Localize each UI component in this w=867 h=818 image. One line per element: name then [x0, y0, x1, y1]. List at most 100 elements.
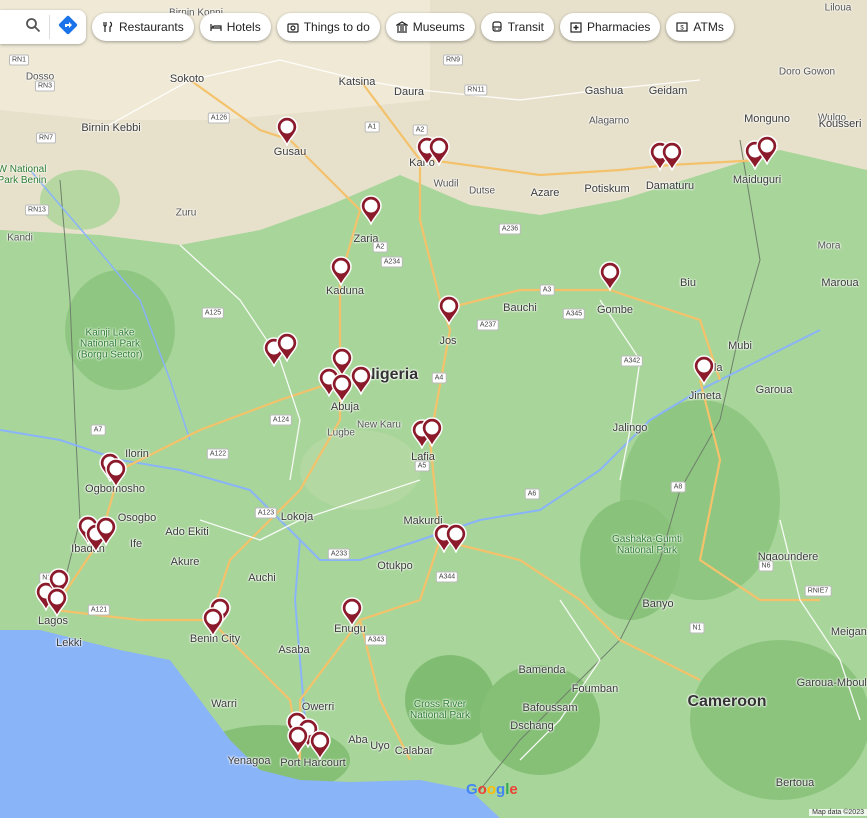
- place-label-foumban[interactable]: Foumban: [572, 683, 618, 695]
- place-label-kaduna[interactable]: Kaduna: [326, 285, 364, 297]
- road-shield: A2: [372, 241, 388, 253]
- place-label-bafoussam[interactable]: Bafoussam: [522, 702, 577, 714]
- location-pin-icon[interactable]: [421, 417, 443, 448]
- place-label-daura[interactable]: Daura: [394, 86, 424, 98]
- chip-transit[interactable]: Transit: [480, 13, 555, 41]
- location-pin-icon[interactable]: [428, 136, 450, 167]
- place-label-banyo[interactable]: Banyo: [642, 598, 673, 610]
- place-label-jos[interactable]: Jos: [439, 335, 456, 347]
- place-label-bertoua[interactable]: Bertoua: [776, 777, 815, 789]
- place-label-kousseri[interactable]: Kousseri: [819, 118, 862, 130]
- place-label-ife[interactable]: Ife: [130, 538, 142, 550]
- place-label-birnin-kebbi[interactable]: Birnin Kebbi: [81, 122, 140, 134]
- place-label-katsina[interactable]: Katsina: [339, 76, 376, 88]
- location-pin-icon[interactable]: [438, 295, 460, 326]
- place-label-ado-ekiti[interactable]: Ado Ekiti: [165, 526, 208, 538]
- place-label-doro-gowon[interactable]: Doro Gowon: [779, 67, 835, 78]
- chip-things-to-do[interactable]: Things to do: [276, 13, 380, 41]
- country-label[interactable]: Nigeria: [364, 366, 418, 384]
- road-shield: RN3: [34, 80, 56, 92]
- place-label-maroua[interactable]: Maroua: [821, 277, 858, 289]
- neighbor-country-label[interactable]: Cameroon: [687, 693, 766, 711]
- place-label-lugbe[interactable]: Lugbe: [327, 428, 355, 439]
- place-label-mora[interactable]: Mora: [818, 241, 841, 252]
- location-pin-icon[interactable]: [350, 365, 372, 396]
- place-label-kandi[interactable]: Kandi: [7, 233, 33, 244]
- place-label-auchi[interactable]: Auchi: [248, 572, 276, 584]
- place-label-uyo[interactable]: Uyo: [370, 740, 390, 752]
- place-label-damaturu[interactable]: Damaturu: [646, 180, 694, 192]
- place-label-bauchi[interactable]: Bauchi: [503, 302, 537, 314]
- map-canvas[interactable]: Sokoto Katsina Daura Gashua Geidam Birnin Kon…: [0, 0, 867, 818]
- search-icon[interactable]: [25, 17, 41, 38]
- place-label-liloua[interactable]: Liloua: [825, 3, 852, 14]
- place-label-lokoja[interactable]: Lokoja: [281, 511, 313, 523]
- place-label-monguno[interactable]: Monguno: [744, 113, 790, 125]
- location-pin-icon[interactable]: [693, 355, 715, 386]
- place-label-aba[interactable]: Aba: [348, 734, 368, 746]
- place-label-otukpo[interactable]: Otukpo: [377, 560, 412, 572]
- location-pin-icon[interactable]: [46, 587, 68, 618]
- place-label-garoua-mboulai[interactable]: Garoua-Mboulai: [797, 677, 867, 689]
- place-label-bamenda[interactable]: Bamenda: [518, 664, 565, 676]
- place-label-maiduguri[interactable]: Maiduguri: [733, 174, 781, 186]
- road-shield: A343: [364, 634, 388, 646]
- road-shield: A121: [87, 604, 111, 616]
- place-label-asaba[interactable]: Asaba: [278, 644, 309, 656]
- park-label[interactable]: Cross River National Park: [404, 699, 476, 721]
- place-label-potiskum[interactable]: Potiskum: [584, 183, 629, 195]
- location-pin-icon[interactable]: [309, 730, 331, 761]
- location-pin-icon[interactable]: [202, 607, 224, 638]
- chip-atms[interactable]: $ ATMs: [666, 13, 734, 41]
- place-label-jimeta[interactable]: Jimeta: [689, 390, 721, 402]
- chip-pharmacies[interactable]: Pharmacies: [560, 13, 661, 41]
- location-pin-icon[interactable]: [599, 261, 621, 292]
- place-label-akure[interactable]: Akure: [171, 556, 200, 568]
- place-label-osogbo[interactable]: Osogbo: [118, 512, 157, 524]
- park-label[interactable]: W National Park Benin: [0, 164, 58, 186]
- place-label-gombe[interactable]: Gombe: [597, 304, 633, 316]
- place-label-meiganga[interactable]: Meiganga: [831, 626, 867, 638]
- chip-museums[interactable]: Museums: [385, 13, 475, 41]
- location-pin-icon[interactable]: [287, 725, 309, 756]
- place-label-lekki[interactable]: Lekki: [56, 637, 82, 649]
- place-label-jalingo[interactable]: Jalingo: [613, 422, 648, 434]
- place-label-dutse[interactable]: Dutse: [469, 186, 495, 197]
- location-pin-icon[interactable]: [341, 597, 363, 628]
- location-pin-icon[interactable]: [445, 523, 467, 554]
- place-label-ilorin[interactable]: Ilorin: [125, 448, 149, 460]
- chip-restaurants[interactable]: Restaurants: [92, 13, 194, 41]
- location-pin-icon[interactable]: [756, 135, 778, 166]
- location-pin-icon[interactable]: [360, 195, 382, 226]
- directions-icon[interactable]: [58, 15, 78, 40]
- chip-hotels[interactable]: Hotels: [199, 13, 271, 41]
- place-label-wudil[interactable]: Wudil: [434, 179, 459, 190]
- place-label-sokoto[interactable]: Sokoto: [170, 73, 204, 85]
- search-box[interactable]: [0, 10, 86, 44]
- restaurant-icon: [102, 21, 114, 33]
- place-label-alagarno[interactable]: Alagarno: [589, 116, 629, 127]
- location-pin-icon[interactable]: [105, 458, 127, 489]
- place-label-garoua[interactable]: Garoua: [756, 384, 793, 396]
- place-label-gashua[interactable]: Gashua: [585, 85, 624, 97]
- road-shield: RN1: [8, 54, 30, 66]
- location-pin-icon[interactable]: [276, 116, 298, 147]
- location-pin-icon[interactable]: [661, 141, 683, 172]
- park-label[interactable]: Gashaka-Gumti National Park: [611, 534, 683, 556]
- location-pin-icon[interactable]: [330, 256, 352, 287]
- place-label-gusau[interactable]: Gusau: [274, 146, 306, 158]
- place-label-calabar[interactable]: Calabar: [395, 745, 434, 757]
- location-pin-icon[interactable]: [95, 516, 117, 547]
- place-label-zuru[interactable]: Zuru: [176, 208, 197, 219]
- park-label[interactable]: Kainji Lake National Park (Borgu Sector): [74, 328, 146, 361]
- place-label-biu[interactable]: Biu: [680, 277, 696, 289]
- place-label-warri[interactable]: Warri: [211, 698, 237, 710]
- place-label-new-karu[interactable]: New Karu: [357, 420, 401, 431]
- place-label-dschang[interactable]: Dschang: [510, 720, 553, 732]
- place-label-mubi[interactable]: Mubi: [728, 340, 752, 352]
- place-label-geidam[interactable]: Geidam: [649, 85, 688, 97]
- place-label-yenagoa[interactable]: Yenagoa: [227, 755, 270, 767]
- map-data-attribution[interactable]: Map data ©2023: [809, 809, 867, 816]
- place-label-azare[interactable]: Azare: [531, 187, 560, 199]
- location-pin-icon[interactable]: [276, 332, 298, 363]
